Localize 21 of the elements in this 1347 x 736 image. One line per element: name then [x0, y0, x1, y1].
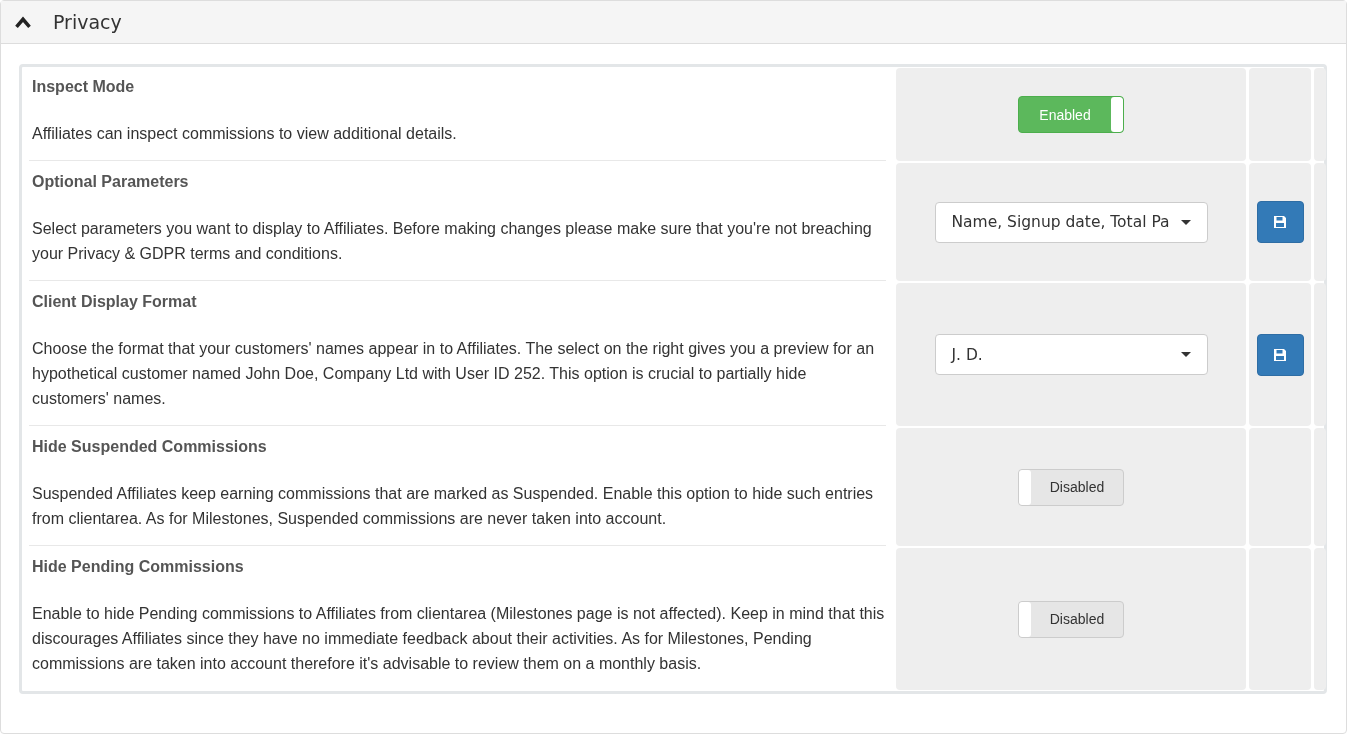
caret-icon [1180, 352, 1191, 357]
setting-title: Hide Pending Commissions [32, 557, 245, 577]
save-button[interactable] [1256, 201, 1304, 243]
setting-description: Choose the format that your customers' names appear in to Affiliates. The select on the right gives you a preview for an hypothetical customer named John Doe, Company Ltd with User ID 252. This option is crucial to partially hide customers' names. [32, 339, 876, 409]
toggle-switch[interactable]: Disabled [1018, 600, 1124, 638]
setting-description: Select parameters you want to display to Affiliates. Before making changes please make sure that you're not breaching your Privacy & GDPR terms and conditions. [32, 219, 873, 264]
chevron-icon[interactable] [14, 15, 32, 29]
select-dropdown[interactable]: Name, Signup date, Total Pa [934, 201, 1208, 243]
setting-description: Enable to hide Pending commissions to Affiliates from clientarea (Milestones page is not affected). Keep in mind that this discourages Affiliates since they have no immediate feedback about their activities. As for Milestones, Pending commissions are taken into account therefore it's advisable to review them on a monthly basis. [32, 604, 886, 674]
panel-title: Privacy [53, 11, 122, 33]
setting-title: Optional Parameters [32, 172, 190, 192]
setting-title: Client Display Format [32, 292, 198, 312]
setting-title: Inspect Mode [32, 77, 136, 97]
setting-description: Affiliates can inspect commissions to view additional details. [32, 124, 458, 144]
panel-header[interactable]: Privacy [1, 1, 1346, 44]
caret-icon [1180, 219, 1191, 225]
select-dropdown[interactable]: J. D. [934, 334, 1208, 375]
save-button[interactable] [1256, 333, 1304, 376]
setting-description: Suspended Affiliates keep earning commissions that are marked as Suspended. Enable this option to hide such entries from clientarea. As for Milestones, Suspended commissions are never taken into account. [32, 484, 875, 529]
toggle-switch[interactable]: Disabled [1018, 468, 1124, 506]
setting-title: Hide Suspended Commissions [32, 437, 268, 457]
